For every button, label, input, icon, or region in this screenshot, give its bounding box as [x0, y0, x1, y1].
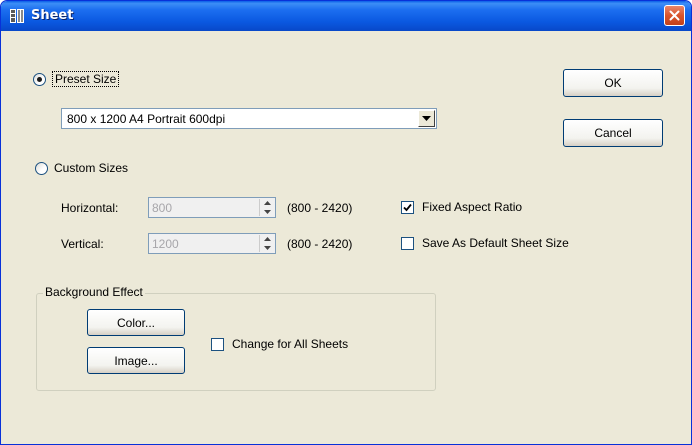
horizontal-spin[interactable] [259, 199, 274, 216]
radio-indicator[interactable] [35, 161, 48, 175]
save-default-checkbox[interactable]: Save As Default Sheet Size [401, 236, 569, 250]
spin-down-icon[interactable] [259, 207, 274, 216]
horizontal-input[interactable]: 800 [148, 197, 276, 218]
dialog-client-area: Preset Size 800 x 1200 A4 Portrait 600dp… [5, 31, 687, 442]
color-button[interactable]: Color... [87, 309, 185, 336]
spin-down-icon[interactable] [259, 243, 274, 252]
fixed-aspect-label: Fixed Aspect Ratio [422, 200, 523, 214]
close-icon [669, 10, 680, 21]
chevron-down-icon [422, 115, 431, 121]
custom-sizes-radio[interactable]: Custom Sizes [35, 161, 128, 175]
radio-indicator-checked[interactable] [33, 72, 46, 86]
custom-sizes-label: Custom Sizes [54, 161, 129, 175]
vertical-range: (800 - 2420) [287, 237, 353, 251]
preset-size-select[interactable]: 800 x 1200 A4 Portrait 600dpi [61, 108, 437, 129]
vertical-input[interactable]: 1200 [148, 233, 276, 254]
preset-size-value: 800 x 1200 A4 Portrait 600dpi [67, 112, 226, 126]
sheet-dialog: Sheet Preset Size 800 x 1200 A4 Portrait… [0, 0, 692, 445]
ok-button[interactable]: OK [563, 69, 663, 97]
window-title: Sheet [31, 8, 74, 23]
dropdown-button[interactable] [418, 110, 435, 127]
sheet-app-icon [10, 9, 24, 23]
checkbox-indicator[interactable] [211, 337, 224, 351]
close-button[interactable] [664, 5, 685, 26]
save-default-label: Save As Default Sheet Size [422, 236, 569, 250]
checkbox-indicator-checked[interactable] [401, 200, 414, 214]
spin-up-icon[interactable] [259, 235, 274, 244]
background-effect-title: Background Effect [43, 285, 145, 299]
spin-up-icon[interactable] [259, 199, 274, 208]
cancel-button[interactable]: Cancel [563, 119, 663, 147]
vertical-spin[interactable] [259, 235, 274, 252]
checkbox-indicator[interactable] [401, 236, 414, 250]
horizontal-range: (800 - 2420) [287, 201, 353, 215]
fixed-aspect-checkbox[interactable]: Fixed Aspect Ratio [401, 200, 522, 214]
preset-size-label: Preset Size [52, 71, 120, 87]
horizontal-label: Horizontal: [61, 201, 119, 215]
preset-size-radio[interactable]: Preset Size [33, 71, 120, 87]
vertical-label: Vertical: [61, 237, 104, 251]
vertical-value: 1200 [152, 237, 179, 251]
horizontal-value: 800 [152, 201, 173, 215]
change-all-sheets-checkbox[interactable]: Change for All Sheets [211, 337, 348, 351]
image-button[interactable]: Image... [87, 347, 185, 374]
title-bar[interactable]: Sheet [1, 1, 691, 31]
change-all-sheets-label: Change for All Sheets [232, 337, 349, 351]
checkmark-icon [403, 203, 412, 211]
